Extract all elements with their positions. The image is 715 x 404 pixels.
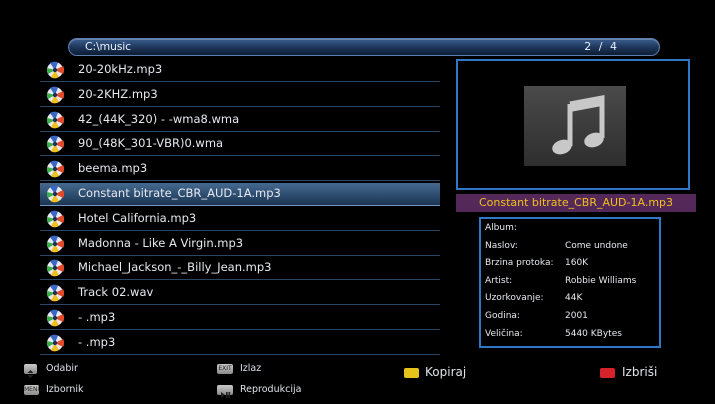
menu-key-icon: MENU xyxy=(24,385,42,395)
file-name: - .mp3 xyxy=(78,309,116,324)
music-file-icon xyxy=(46,86,64,104)
info-value: 44K xyxy=(565,293,583,304)
hint-izlaz: Izlaz xyxy=(240,363,262,374)
music-note-icon xyxy=(552,94,605,155)
music-file-icon xyxy=(46,136,64,153)
music-file-icon xyxy=(46,210,64,228)
album-art-placeholder xyxy=(524,86,626,166)
music-file-icon xyxy=(46,309,64,327)
info-value: Robbie Williams xyxy=(565,275,637,286)
file-name: Michael_Jackson_-_Billy_Jean.mp3 xyxy=(78,260,272,275)
music-file-icon xyxy=(46,235,64,252)
hint-odabir: Odabir xyxy=(46,363,78,374)
music-file-icon xyxy=(46,160,64,178)
info-label: Brzina protoka: xyxy=(485,258,554,269)
file-list-item[interactable]: beema.mp3 xyxy=(40,158,440,182)
file-list-item[interactable]: 20-20kHz.mp3 xyxy=(40,59,440,82)
file-name: Madonna - Like A Virgin.mp3 xyxy=(78,235,244,250)
info-value: 5440 KBytes xyxy=(565,328,622,339)
info-label: Artist: xyxy=(485,275,513,286)
file-list-item[interactable]: Hotel California.mp3 xyxy=(40,208,440,231)
file-list-item[interactable]: 42_(44K_320) - -wma8.wma xyxy=(40,109,440,132)
file-list-item[interactable]: Madonna - Like A Virgin.mp3 xyxy=(40,233,440,256)
exit-key-label: EXIT xyxy=(218,365,232,372)
hint-izbrisi: Izbriši xyxy=(622,365,658,379)
file-list-item[interactable]: Track 02.wav xyxy=(40,282,440,306)
info-value: 160K xyxy=(565,258,589,269)
selected-file-title: Constant bitrate_CBR_AUD-1A.mp3 xyxy=(456,194,696,212)
file-list-item[interactable]: - .mp3 xyxy=(40,332,440,355)
file-list-item[interactable]: Constant bitrate_CBR_AUD-1A.mp3 xyxy=(40,182,440,206)
hint-kopiraj: Kopiraj xyxy=(425,365,467,379)
file-list-item[interactable]: 90_(48K_301-VBR)0.wma xyxy=(40,133,440,157)
file-name: 20-2KHZ.mp3 xyxy=(78,86,158,101)
info-label: Naslov: xyxy=(485,240,518,251)
yellow-key-icon xyxy=(404,368,419,378)
file-list-item[interactable]: Michael_Jackson_-_Billy_Jean.mp3 xyxy=(40,257,440,281)
music-file-icon xyxy=(46,111,64,128)
music-file-icon xyxy=(46,284,64,302)
file-name: Constant bitrate_CBR_AUD-1A.mp3 xyxy=(78,185,281,200)
hint-reprodukcija: Reprodukcija xyxy=(240,384,302,395)
media-player-screen: C:\music 2 / 4 20-20kHz.mp3 20-2KHZ.mp3 42… xyxy=(0,0,715,398)
exit-key-icon: EXIT xyxy=(217,364,233,374)
music-file-icon xyxy=(46,185,64,203)
info-value: Come undone xyxy=(565,240,628,251)
music-file-icon xyxy=(46,260,64,277)
music-file-icon xyxy=(46,61,64,79)
info-value: 2001 xyxy=(565,311,588,321)
red-key-icon xyxy=(600,368,615,378)
hint-izbornik: Izbornik xyxy=(46,384,84,395)
current-path: C:\music xyxy=(85,40,132,53)
album-art-preview xyxy=(456,59,690,190)
menu-key-label: MENU xyxy=(24,386,42,393)
info-label: Veličina: xyxy=(485,328,523,339)
page-indicator: 2 / 4 xyxy=(584,40,619,53)
track-info-panel: Album: Naslov: Come undone Brzina protoka: 1… xyxy=(479,217,661,348)
path-bar: C:\music 2 / 4 xyxy=(68,38,660,56)
file-name: 42_(44K_320) - -wma8.wma xyxy=(78,111,240,126)
info-label: Album: xyxy=(485,223,517,233)
file-name: 90_(48K_301-VBR)0.wma xyxy=(78,136,224,151)
file-name: Hotel California.mp3 xyxy=(78,210,197,225)
file-list-item[interactable]: 20-2KHZ.mp3 xyxy=(40,84,440,107)
up-down-arrows-icon xyxy=(24,364,37,378)
info-label: Godina: xyxy=(485,311,520,321)
play-pause-icon xyxy=(217,385,233,398)
music-file-icon xyxy=(46,334,64,352)
file-name: 20-20kHz.mp3 xyxy=(78,62,163,76)
file-name: Track 02.wav xyxy=(78,285,154,300)
file-list-item[interactable]: - .mp3 xyxy=(40,307,440,330)
file-name: - .mp3 xyxy=(78,334,116,349)
file-list: 20-20kHz.mp3 20-2KHZ.mp3 42_(44K_320) - -w… xyxy=(40,59,440,357)
info-label: Uzorkovanje: xyxy=(485,293,544,304)
file-name: beema.mp3 xyxy=(78,161,148,176)
